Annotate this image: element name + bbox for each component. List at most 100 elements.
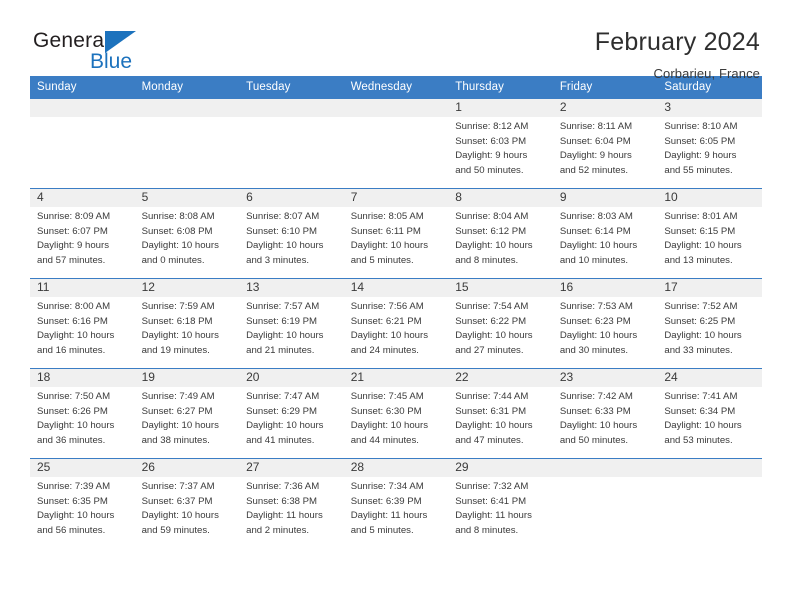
daylight-duration-line2: and 0 minutes. bbox=[141, 254, 205, 266]
day-number: 9 bbox=[552, 189, 658, 207]
day-number: 15 bbox=[448, 279, 553, 297]
daylight-duration-line2: and 2 minutes. bbox=[246, 524, 310, 536]
day-number bbox=[657, 459, 762, 477]
sunset-time: Sunset: 6:07 PM bbox=[37, 225, 108, 237]
calendar-day-cell[interactable]: 16 Sunrise: 7:53 AM Sunset: 6:23 PM Dayligh… bbox=[552, 278, 658, 369]
day-details: Sunrise: 7:54 AM Sunset: 6:22 PM Daylight:… bbox=[448, 297, 553, 358]
sunrise-time: Sunrise: 7:45 AM bbox=[350, 391, 424, 402]
day-details: Sunrise: 7:56 AM Sunset: 6:21 PM Daylight:… bbox=[344, 297, 449, 358]
calendar-day-cell-empty bbox=[552, 458, 658, 549]
daylight-duration-line1: Daylight: 10 hours bbox=[664, 420, 742, 432]
calendar-day-cell[interactable]: 27 Sunrise: 7:36 AM Sunset: 6:38 PM Dayligh… bbox=[239, 458, 344, 549]
calendar-day-cell[interactable]: 22 Sunrise: 7:44 AM Sunset: 6:31 PM Dayligh… bbox=[448, 368, 553, 459]
daylight-duration-line2: and 8 minutes. bbox=[455, 524, 519, 536]
calendar-day-cell[interactable]: 17 Sunrise: 7:52 AM Sunset: 6:25 PM Dayligh… bbox=[657, 278, 762, 369]
sunrise-time: Sunrise: 7:53 AM bbox=[559, 301, 633, 312]
day-number: 26 bbox=[134, 459, 240, 477]
daylight-duration-line1: Daylight: 10 hours bbox=[141, 420, 219, 432]
calendar-day-cell-empty bbox=[30, 98, 135, 189]
day-details: Sunrise: 8:08 AM Sunset: 6:08 PM Daylight:… bbox=[135, 207, 240, 268]
daylight-duration-line1: Daylight: 10 hours bbox=[664, 240, 742, 252]
calendar-day-cell[interactable]: 10 Sunrise: 8:01 AM Sunset: 6:15 PM Dayligh… bbox=[657, 188, 762, 279]
day-details: Sunrise: 7:59 AM Sunset: 6:18 PM Daylight:… bbox=[135, 297, 240, 358]
sunrise-time: Sunrise: 7:59 AM bbox=[141, 301, 215, 312]
daylight-duration-line2: and 33 minutes. bbox=[664, 344, 733, 356]
sunrise-time: Sunrise: 7:47 AM bbox=[246, 391, 320, 402]
sunset-time: Sunset: 6:12 PM bbox=[455, 225, 527, 237]
day-details: Sunrise: 7:37 AM Sunset: 6:37 PM Daylight:… bbox=[135, 477, 240, 538]
day-number bbox=[552, 459, 658, 477]
calendar-day-cell[interactable]: 15 Sunrise: 7:54 AM Sunset: 6:22 PM Dayligh… bbox=[448, 278, 553, 369]
calendar-day-cell[interactable]: 6 Sunrise: 8:07 AM Sunset: 6:10 PM Daylight… bbox=[239, 188, 344, 279]
sunrise-time: Sunrise: 8:10 AM bbox=[664, 121, 738, 132]
sunset-time: Sunset: 6:15 PM bbox=[664, 225, 736, 237]
calendar-day-cell[interactable]: 23 Sunrise: 7:42 AM Sunset: 6:33 PM Dayligh… bbox=[552, 368, 658, 459]
daylight-duration-line1: Daylight: 9 hours bbox=[559, 150, 632, 162]
sunrise-time: Sunrise: 8:04 AM bbox=[455, 211, 529, 222]
calendar-day-cell[interactable]: 7 Sunrise: 8:05 AM Sunset: 6:11 PM Daylight… bbox=[343, 188, 449, 279]
daylight-duration-line2: and 55 minutes. bbox=[664, 164, 733, 176]
calendar-day-cell[interactable]: 24 Sunrise: 7:41 AM Sunset: 6:34 PM Dayligh… bbox=[657, 368, 762, 459]
calendar-week-row: 1 Sunrise: 8:12 AM Sunset: 6:03 PM Daylight… bbox=[30, 98, 762, 189]
calendar-day-cell[interactable]: 4 Sunrise: 8:09 AM Sunset: 6:07 PM Daylight… bbox=[30, 188, 135, 279]
sunrise-sunset-calendar: Sunday Monday Tuesday Wednesday Thursday… bbox=[30, 76, 762, 549]
calendar-page: General Blue February 2024 Corbarieu, Fr… bbox=[0, 0, 792, 612]
calendar-day-cell[interactable]: 5 Sunrise: 8:08 AM Sunset: 6:08 PM Daylight… bbox=[134, 188, 240, 279]
calendar-day-cell[interactable]: 25 Sunrise: 7:39 AM Sunset: 6:35 PM Dayligh… bbox=[30, 458, 135, 549]
daylight-duration-line2: and 50 minutes. bbox=[455, 164, 524, 176]
day-number: 3 bbox=[657, 99, 762, 117]
sunset-time: Sunset: 6:14 PM bbox=[559, 225, 631, 237]
day-number: 6 bbox=[239, 189, 344, 207]
calendar-day-cell[interactable]: 12 Sunrise: 7:59 AM Sunset: 6:18 PM Dayligh… bbox=[134, 278, 240, 369]
calendar-day-cell[interactable]: 19 Sunrise: 7:49 AM Sunset: 6:27 PM Dayligh… bbox=[134, 368, 240, 459]
sunset-time: Sunset: 6:26 PM bbox=[37, 405, 108, 417]
sunset-time: Sunset: 6:10 PM bbox=[246, 225, 318, 237]
general-blue-logo[interactable]: General Blue bbox=[30, 28, 150, 80]
calendar-day-cell[interactable]: 11 Sunrise: 8:00 AM Sunset: 6:16 PM Dayligh… bbox=[30, 278, 135, 369]
day-details: Sunrise: 7:47 AM Sunset: 6:29 PM Daylight:… bbox=[239, 387, 344, 448]
daylight-duration-line1: Daylight: 9 hours bbox=[37, 240, 109, 252]
day-number: 11 bbox=[30, 279, 135, 297]
calendar-day-cell[interactable]: 1 Sunrise: 8:12 AM Sunset: 6:03 PM Daylight… bbox=[448, 98, 553, 189]
calendar-day-cell[interactable]: 26 Sunrise: 7:37 AM Sunset: 6:37 PM Dayligh… bbox=[134, 458, 240, 549]
calendar-day-cell[interactable]: 29 Sunrise: 7:32 AM Sunset: 6:41 PM Dayligh… bbox=[448, 458, 553, 549]
calendar-day-cell[interactable]: 18 Sunrise: 7:50 AM Sunset: 6:26 PM Dayligh… bbox=[30, 368, 135, 459]
sunrise-time: Sunrise: 8:09 AM bbox=[37, 211, 111, 222]
calendar-day-cell[interactable]: 14 Sunrise: 7:56 AM Sunset: 6:21 PM Dayligh… bbox=[343, 278, 449, 369]
sunset-time: Sunset: 6:03 PM bbox=[455, 135, 527, 147]
calendar-day-cell-empty bbox=[134, 98, 240, 189]
daylight-duration-line2: and 56 minutes. bbox=[37, 524, 106, 536]
calendar-day-cell[interactable]: 8 Sunrise: 8:04 AM Sunset: 6:12 PM Daylight… bbox=[448, 188, 553, 279]
calendar-day-cell[interactable]: 2 Sunrise: 8:11 AM Sunset: 6:04 PM Daylight… bbox=[552, 98, 658, 189]
sunset-time: Sunset: 6:05 PM bbox=[664, 135, 736, 147]
sunrise-time: Sunrise: 7:36 AM bbox=[246, 481, 320, 492]
day-number: 12 bbox=[134, 279, 240, 297]
calendar-day-cell[interactable]: 13 Sunrise: 7:57 AM Sunset: 6:19 PM Dayligh… bbox=[239, 278, 344, 369]
day-details: Sunrise: 8:03 AM Sunset: 6:14 PM Daylight:… bbox=[553, 207, 658, 268]
sunrise-time: Sunrise: 7:32 AM bbox=[455, 481, 529, 492]
daylight-duration-line1: Daylight: 11 hours bbox=[246, 510, 323, 522]
sunrise-time: Sunrise: 7:54 AM bbox=[455, 301, 529, 312]
calendar-day-cell[interactable]: 28 Sunrise: 7:34 AM Sunset: 6:39 PM Dayligh… bbox=[343, 458, 449, 549]
calendar-day-cell[interactable]: 9 Sunrise: 8:03 AM Sunset: 6:14 PM Daylight… bbox=[552, 188, 658, 279]
day-number: 4 bbox=[30, 189, 135, 207]
calendar-day-cell-empty bbox=[239, 98, 344, 189]
day-details: Sunrise: 7:32 AM Sunset: 6:41 PM Daylight:… bbox=[448, 477, 553, 538]
day-number bbox=[134, 99, 240, 117]
day-details: Sunrise: 7:44 AM Sunset: 6:31 PM Daylight:… bbox=[448, 387, 553, 448]
calendar-week-row: 4 Sunrise: 8:09 AM Sunset: 6:07 PM Daylight… bbox=[30, 188, 762, 279]
sunrise-time: Sunrise: 7:39 AM bbox=[37, 481, 111, 492]
day-details: Sunrise: 8:04 AM Sunset: 6:12 PM Daylight:… bbox=[448, 207, 553, 268]
day-number: 28 bbox=[343, 459, 449, 477]
calendar-day-cell[interactable]: 21 Sunrise: 7:45 AM Sunset: 6:30 PM Dayligh… bbox=[343, 368, 449, 459]
daylight-duration-line2: and 24 minutes. bbox=[350, 344, 419, 356]
daylight-duration-line2: and 21 minutes. bbox=[246, 344, 315, 356]
day-number: 23 bbox=[552, 369, 658, 387]
calendar-day-cell[interactable]: 3 Sunrise: 8:10 AM Sunset: 6:05 PM Daylight… bbox=[657, 98, 762, 189]
calendar-week-row: 18 Sunrise: 7:50 AM Sunset: 6:26 PM Dayligh… bbox=[30, 368, 762, 459]
daylight-duration-line2: and 19 minutes. bbox=[141, 344, 210, 356]
logo-text-general: General bbox=[33, 29, 110, 52]
daylight-duration-line1: Daylight: 10 hours bbox=[246, 420, 324, 432]
day-details: Sunrise: 8:09 AM Sunset: 6:07 PM Daylight:… bbox=[30, 207, 135, 268]
calendar-day-cell[interactable]: 20 Sunrise: 7:47 AM Sunset: 6:29 PM Dayligh… bbox=[239, 368, 344, 459]
